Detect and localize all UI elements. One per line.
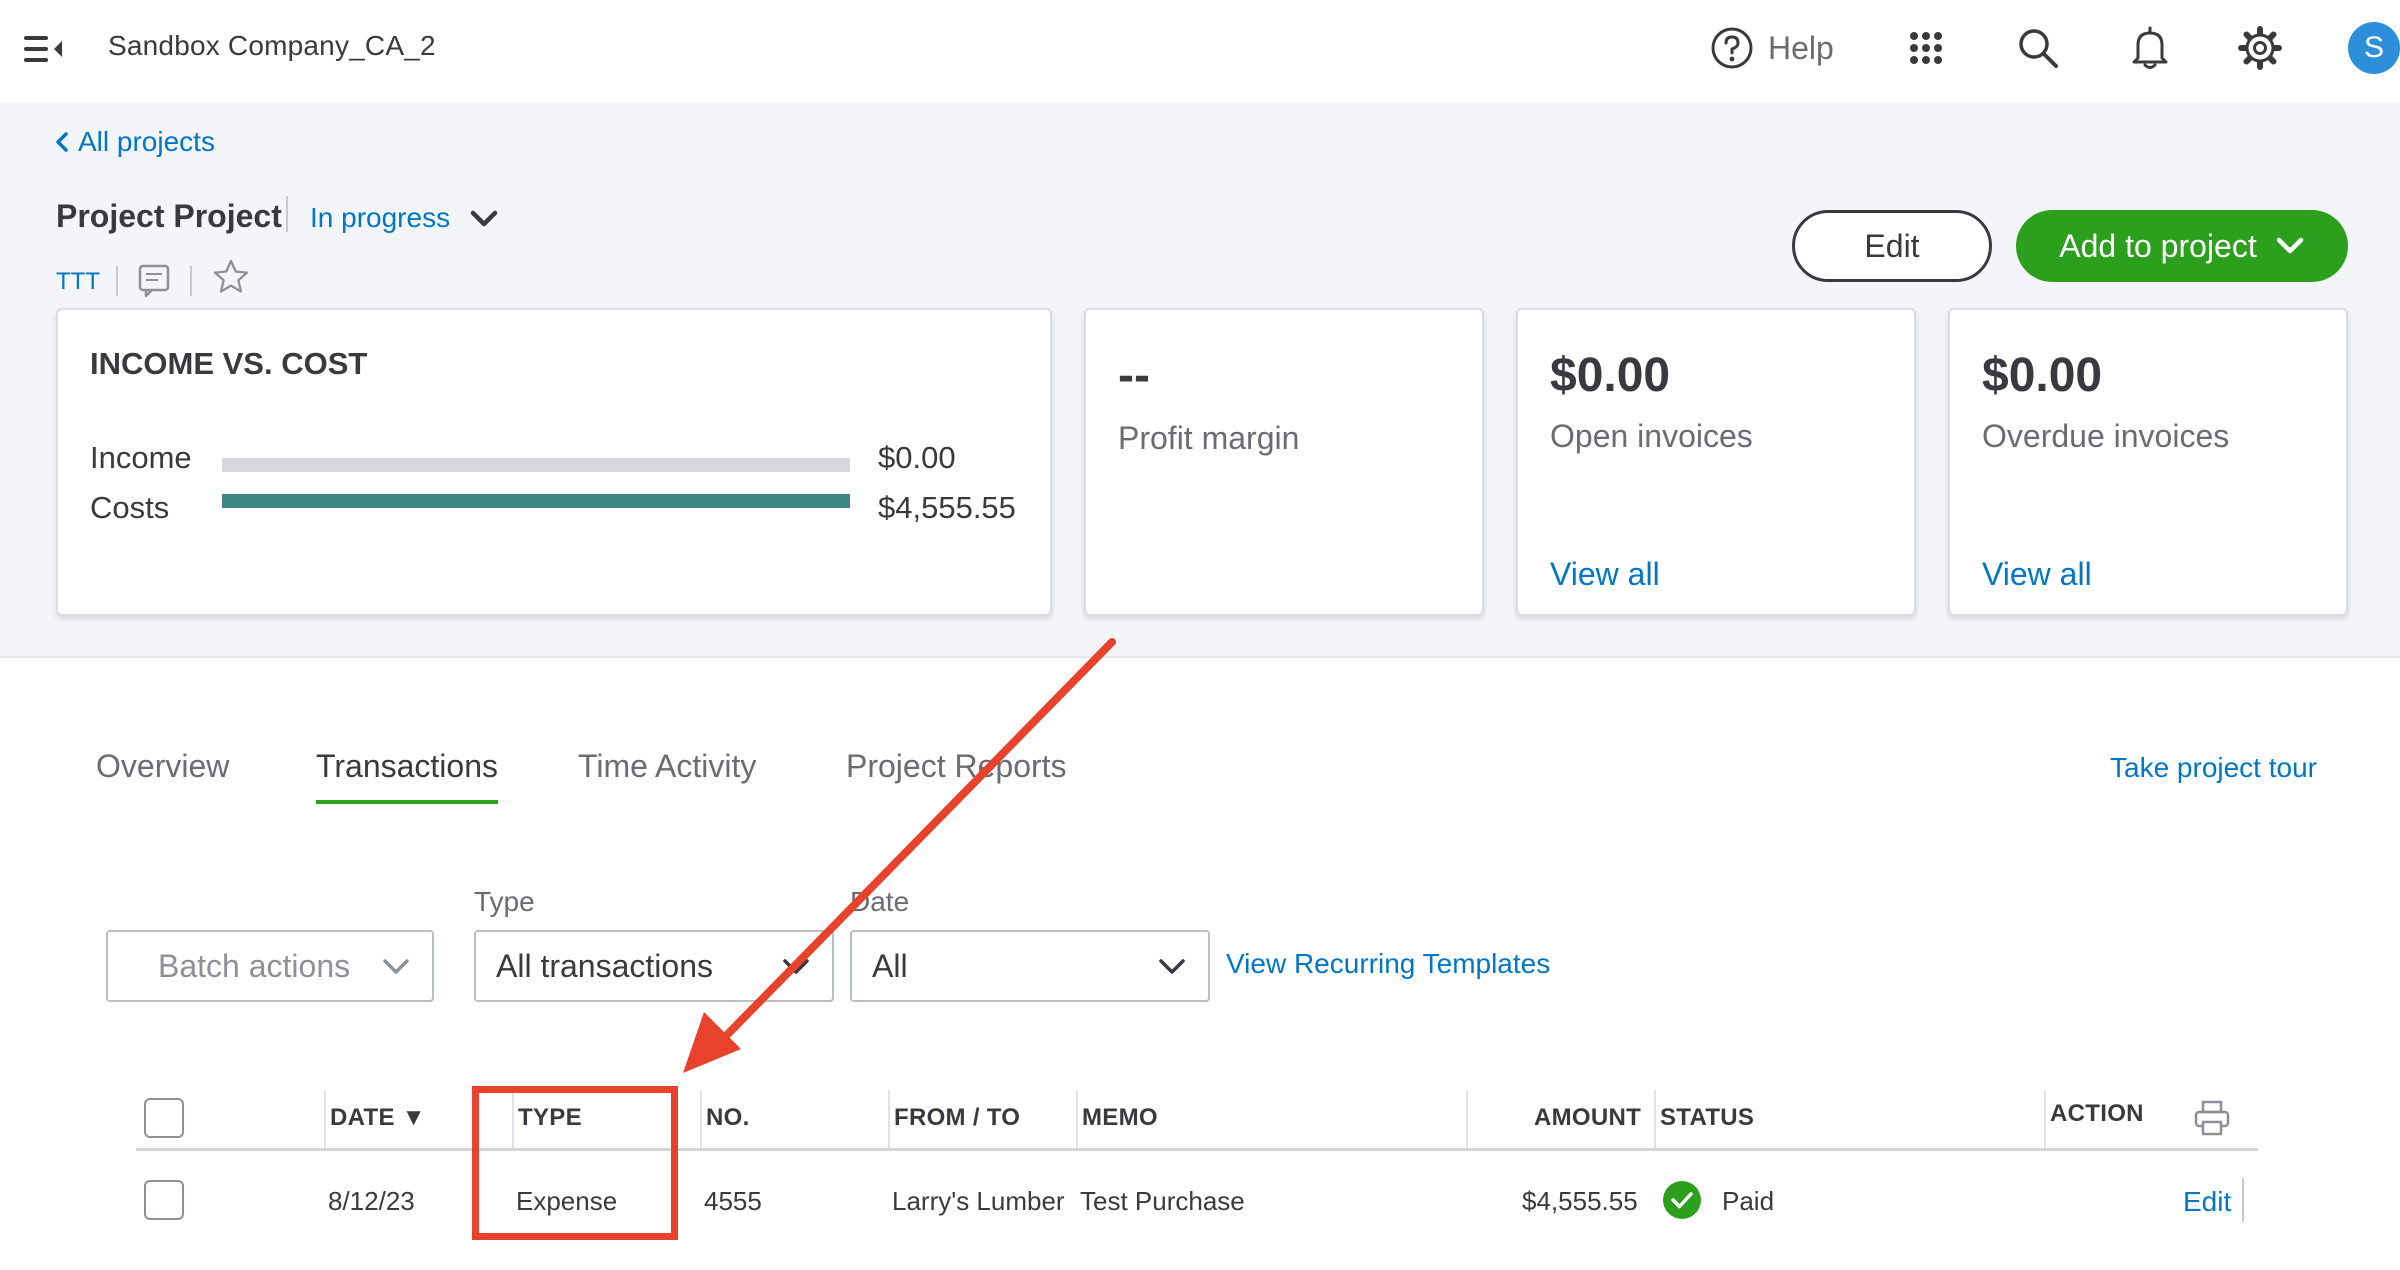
apps-grid-icon[interactable] <box>1902 24 1950 72</box>
cell-from-to: Larry's Lumber <box>892 1186 1065 1216</box>
type-filter-value: All transactions <box>496 947 713 984</box>
chevron-left-icon <box>54 130 70 154</box>
costs-value: $4,555.55 <box>878 490 1016 525</box>
chevron-down-icon <box>1156 954 1188 980</box>
take-project-tour-link[interactable]: Take project tour <box>2110 752 2317 784</box>
card-title: INCOME VS. COST <box>90 346 368 381</box>
column-header-from-to[interactable]: FROM / TO <box>894 1104 1020 1132</box>
column-header-memo[interactable]: MEMO <box>1082 1104 1158 1132</box>
open-invoices-view-all-link[interactable]: View all <box>1550 556 1660 593</box>
overdue-invoices-card: $0.00 Overdue invoices View all <box>1948 308 2348 616</box>
cell-status: Paid <box>1722 1186 1775 1216</box>
income-bar <box>222 458 850 472</box>
open-invoices-label: Open invoices <box>1550 418 1753 454</box>
column-divider <box>1466 1090 1468 1148</box>
column-divider <box>700 1090 702 1148</box>
title-divider <box>286 196 288 232</box>
column-divider <box>1076 1090 1078 1148</box>
date-filter-dropdown[interactable]: All <box>850 930 1210 1002</box>
help-label: Help <box>1768 29 1834 66</box>
costs-bar <box>222 494 850 508</box>
profit-margin-card: -- Profit margin <box>1084 308 1484 616</box>
view-recurring-templates-link[interactable]: View Recurring Templates <box>1226 948 1550 980</box>
cell-memo: Test Purchase <box>1080 1186 1245 1216</box>
tab-project-reports[interactable]: Project Reports <box>846 748 1067 785</box>
column-header-action: ACTION <box>2050 1100 2144 1127</box>
bell-icon[interactable] <box>2126 24 2174 72</box>
date-filter-label: Date <box>850 886 910 917</box>
back-to-projects-link[interactable]: All projects <box>54 126 215 158</box>
note-icon[interactable] <box>136 262 172 298</box>
chevron-down-icon <box>380 954 412 980</box>
avatar[interactable]: S <box>2348 22 2400 74</box>
paid-check-icon <box>1662 1180 1702 1220</box>
open-invoices-value: $0.00 <box>1550 349 1671 402</box>
select-all-checkbox[interactable] <box>144 1098 184 1138</box>
column-divider <box>2044 1090 2046 1148</box>
divider <box>190 266 192 296</box>
chevron-down-icon <box>780 954 812 980</box>
income-value: $0.00 <box>878 440 956 475</box>
column-header-status[interactable]: STATUS <box>1660 1104 1754 1132</box>
edit-project-button[interactable]: Edit <box>1792 210 1992 282</box>
type-filter-label: Type <box>474 886 535 917</box>
row-edit-link[interactable]: Edit <box>2183 1186 2231 1218</box>
income-label: Income <box>90 440 192 475</box>
profit-margin-value: -- <box>1118 349 1150 402</box>
project-status-dropdown[interactable]: In progress <box>310 202 450 234</box>
active-tab-indicator <box>316 800 498 804</box>
back-link-label: All projects <box>78 126 215 157</box>
column-header-date[interactable]: DATE ▼ <box>330 1104 426 1132</box>
overdue-invoices-value: $0.00 <box>1982 349 2103 402</box>
column-header-amount[interactable]: AMOUNT <box>1534 1104 1641 1132</box>
overdue-invoices-view-all-link[interactable]: View all <box>1982 556 2092 593</box>
annotation-highlight-box <box>472 1086 678 1240</box>
date-filter-value: All <box>872 947 908 984</box>
column-divider <box>324 1090 326 1148</box>
printer-icon[interactable] <box>2192 1098 2232 1138</box>
chevron-down-icon <box>2275 234 2305 258</box>
column-divider <box>888 1090 890 1148</box>
row-checkbox[interactable] <box>144 1180 184 1220</box>
help-circle-icon <box>1710 26 1754 70</box>
table-header-divider <box>136 1148 2258 1151</box>
tab-overview[interactable]: Overview <box>96 748 229 785</box>
project-name: Project Project <box>56 198 282 234</box>
company-name: Sandbox Company_CA_2 <box>108 30 436 61</box>
income-vs-cost-card: INCOME VS. COST Income $0.00 Costs $4,55… <box>56 308 1052 616</box>
profit-margin-label: Profit margin <box>1118 420 1300 456</box>
divider <box>116 266 118 296</box>
cell-no: 4555 <box>704 1186 762 1216</box>
tab-time-activity[interactable]: Time Activity <box>578 748 756 785</box>
cell-amount: $4,555.55 <box>1522 1186 1638 1216</box>
gear-icon[interactable] <box>2236 24 2284 72</box>
column-header-no[interactable]: NO. <box>706 1104 750 1132</box>
add-to-project-button[interactable]: Add to project <box>2016 210 2348 282</box>
search-icon[interactable] <box>2014 24 2062 72</box>
column-divider <box>1654 1090 1656 1148</box>
help-button[interactable]: Help <box>1710 24 1834 72</box>
star-icon[interactable] <box>212 258 250 296</box>
add-to-project-label: Add to project <box>2059 227 2257 264</box>
customer-link[interactable]: TTT <box>56 268 100 296</box>
costs-label: Costs <box>90 490 170 525</box>
overdue-invoices-label: Overdue invoices <box>1982 418 2230 454</box>
batch-actions-dropdown[interactable]: Batch actions <box>106 930 434 1002</box>
menu-collapse-icon[interactable] <box>22 30 66 68</box>
row-action-divider <box>2242 1178 2244 1222</box>
cell-date: 8/12/23 <box>328 1186 415 1216</box>
batch-actions-label: Batch actions <box>158 947 351 984</box>
type-filter-dropdown[interactable]: All transactions <box>474 930 834 1002</box>
tab-transactions[interactable]: Transactions <box>316 748 498 785</box>
open-invoices-card: $0.00 Open invoices View all <box>1516 308 1916 616</box>
chevron-down-icon[interactable] <box>468 206 500 232</box>
